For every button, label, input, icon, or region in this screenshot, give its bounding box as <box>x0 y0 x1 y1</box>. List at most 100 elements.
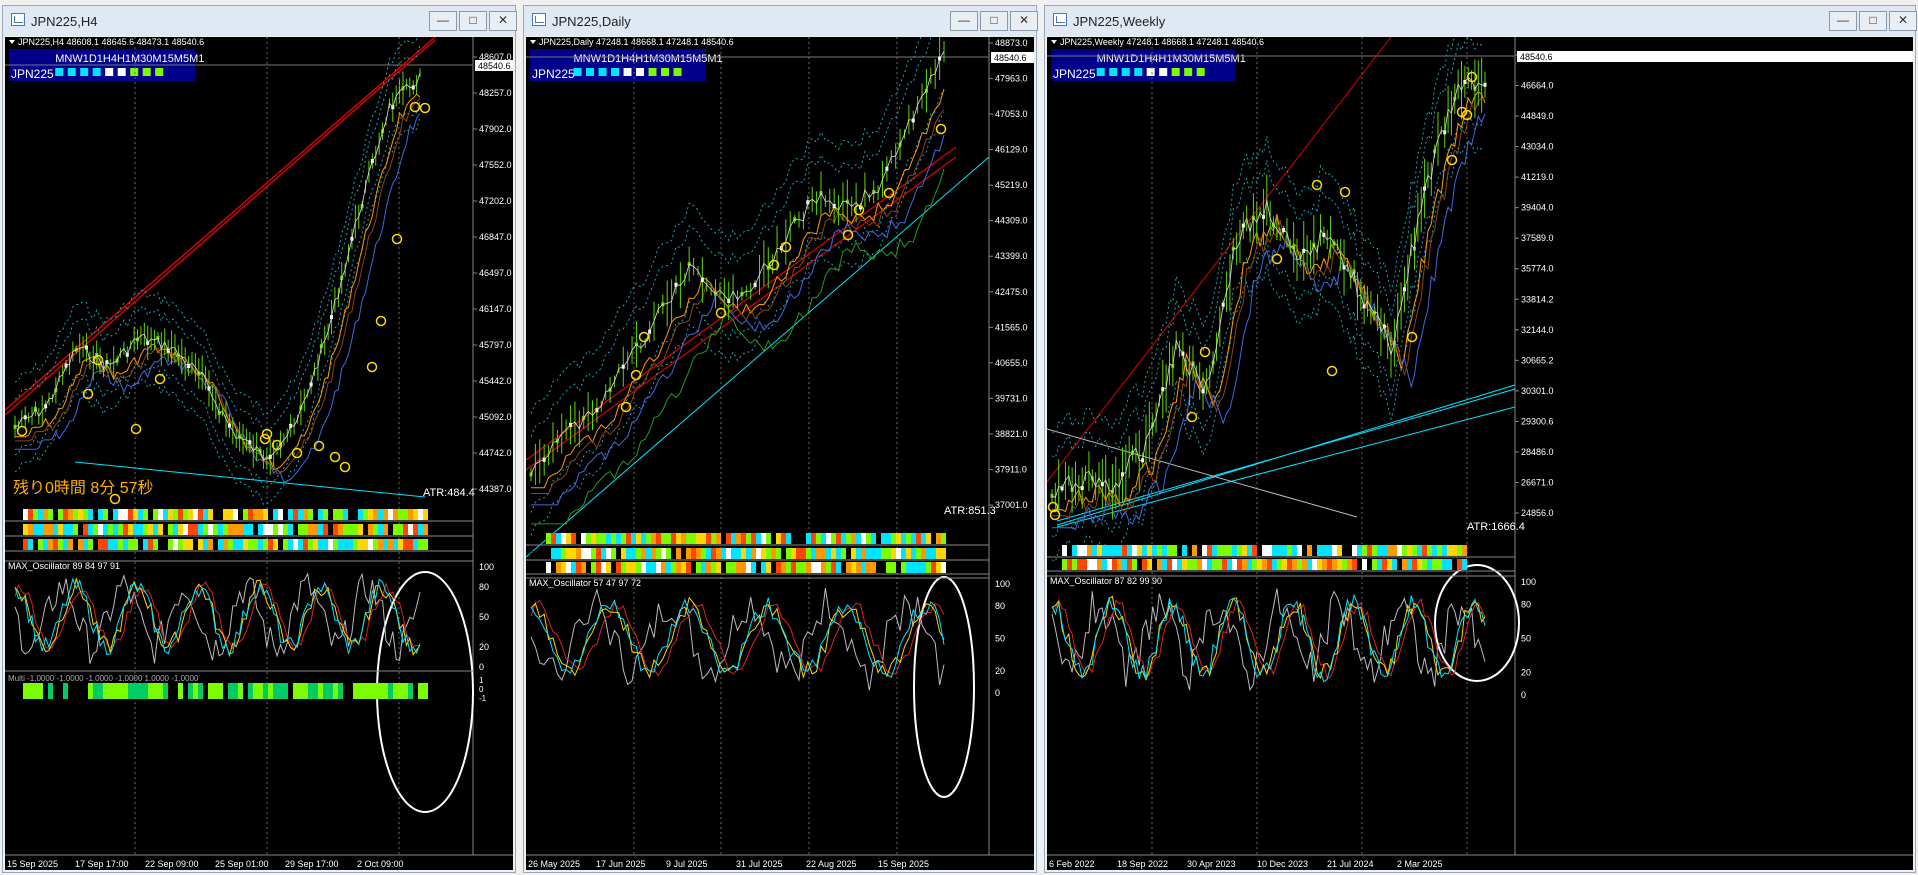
strip-cell <box>278 524 283 535</box>
strip-cell <box>1217 545 1222 556</box>
multi-cell <box>278 683 283 699</box>
chart-plot-area[interactable]: JPN225,Daily 47248.1 48668.1 47248.1 485… <box>526 37 1034 870</box>
strip-cell <box>198 524 203 535</box>
minimize-button[interactable]: — <box>950 11 978 31</box>
strip-cell <box>388 524 393 535</box>
oscillator-line <box>530 599 945 677</box>
close-button[interactable]: ✕ <box>1889 11 1917 31</box>
maximize-button[interactable]: □ <box>1859 11 1887 31</box>
strip-cell <box>1402 559 1407 570</box>
strip-cell <box>681 562 686 573</box>
strip-cell <box>408 539 413 550</box>
strip-cell <box>248 524 253 535</box>
chart-plot-area[interactable]: JPN225,Weekly 47248.1 48668.1 47248.1 48… <box>1047 37 1913 870</box>
signal-circle-icon <box>419 102 431 114</box>
minimize-button[interactable]: — <box>429 11 457 31</box>
strip-cell <box>1367 559 1372 570</box>
strip-cell <box>686 562 691 573</box>
multi-cell <box>98 683 103 699</box>
strip-cell <box>596 562 601 573</box>
strip-cell <box>826 548 831 559</box>
strip-cell <box>1312 559 1317 570</box>
chart-window-weekly[interactable]: JPN225,Weekly — □ ✕ JPN225,Weekly 47248.… <box>1044 5 1917 873</box>
strip-cell <box>566 562 571 573</box>
strip-cell <box>576 533 581 544</box>
multi-cell <box>248 683 253 699</box>
current-price-tag <box>1517 51 1913 62</box>
date-label: 29 Sep 17:00 <box>285 859 339 869</box>
trend-status-box <box>636 68 645 76</box>
window-titlebar[interactable]: JPN225,H4 — □ ✕ <box>3 6 517 36</box>
strip-cell <box>1197 559 1202 570</box>
minimize-button[interactable]: — <box>1829 11 1857 31</box>
strip-cell <box>333 524 338 535</box>
strip-cell <box>576 562 581 573</box>
highlight-ellipse <box>1434 564 1520 682</box>
strip-cell <box>811 562 816 573</box>
strip-cell <box>1237 559 1242 570</box>
strip-cell <box>88 539 93 550</box>
multi-cell <box>378 683 383 699</box>
strip-cell <box>378 509 383 520</box>
chart-window-h4[interactable]: JPN225,H4 — □ ✕ JPN225,H4 48608.1 48645.… <box>2 5 517 873</box>
strip-cell <box>1252 559 1257 570</box>
strip-cell <box>701 533 706 544</box>
strip-cell <box>736 548 741 559</box>
strip-cell <box>398 509 403 520</box>
strip-cell <box>1282 559 1287 570</box>
strip-cell <box>48 524 53 535</box>
trendline-red <box>1047 37 1392 483</box>
multi-cell <box>353 683 358 699</box>
strip-cell <box>193 539 198 550</box>
strip-cell <box>128 509 133 520</box>
strip-cell <box>1102 545 1107 556</box>
date-label: 30 Apr 2023 <box>1187 859 1236 869</box>
strip-cell <box>876 548 881 559</box>
price-label: 46664.0 <box>1521 81 1554 91</box>
maximize-button[interactable]: □ <box>980 11 1008 31</box>
strip-cell <box>1167 559 1172 570</box>
chart-plot-area[interactable]: JPN225,H4 48608.1 48645.6 48473.1 48540.… <box>5 37 513 870</box>
strip-cell <box>1377 545 1382 556</box>
strip-cell <box>891 533 896 544</box>
strip-cell <box>591 562 596 573</box>
strip-cell <box>103 509 108 520</box>
strip-cell <box>566 548 571 559</box>
close-button[interactable]: ✕ <box>489 11 517 31</box>
strip-cell <box>871 533 876 544</box>
window-titlebar[interactable]: JPN225,Daily — □ ✕ <box>524 6 1038 36</box>
window-titlebar[interactable]: JPN225,Weekly — □ ✕ <box>1045 6 1917 36</box>
multi-cell <box>323 683 328 699</box>
trend-status-box <box>661 68 670 76</box>
strip-cell <box>746 548 751 559</box>
strip-cell <box>1347 545 1352 556</box>
price-label: 44309.0 <box>995 216 1028 226</box>
strip-cell <box>353 524 358 535</box>
strip-cell <box>98 509 103 520</box>
trend-status-box <box>1096 68 1105 76</box>
strip-cell <box>786 548 791 559</box>
strip-cell <box>1182 559 1187 570</box>
strip-cell <box>148 524 153 535</box>
strip-cell <box>861 562 866 573</box>
strip-cell <box>398 524 403 535</box>
multi-cell <box>113 683 118 699</box>
maximize-button[interactable]: □ <box>459 11 487 31</box>
strip-cell <box>611 548 616 559</box>
strip-cell <box>656 533 661 544</box>
strip-cell <box>148 539 153 550</box>
strip-cell <box>303 539 308 550</box>
strip-cell <box>368 509 373 520</box>
multi-label: Multi -1.0000 -1.0000 -1.0000 -1.0000 1.… <box>8 674 199 683</box>
chart-window-daily[interactable]: JPN225,Daily — □ ✕ JPN225,Daily 47248.1 … <box>523 5 1038 873</box>
strip-cell <box>1197 545 1202 556</box>
strip-cell <box>1282 545 1287 556</box>
strip-cell <box>821 533 826 544</box>
strip-cell <box>631 533 636 544</box>
oscillator-level-label: 80 <box>995 601 1005 611</box>
strip-cell <box>626 548 631 559</box>
strip-cell <box>911 562 916 573</box>
strip-cell <box>776 562 781 573</box>
multi-cell <box>358 683 363 699</box>
close-button[interactable]: ✕ <box>1010 11 1038 31</box>
